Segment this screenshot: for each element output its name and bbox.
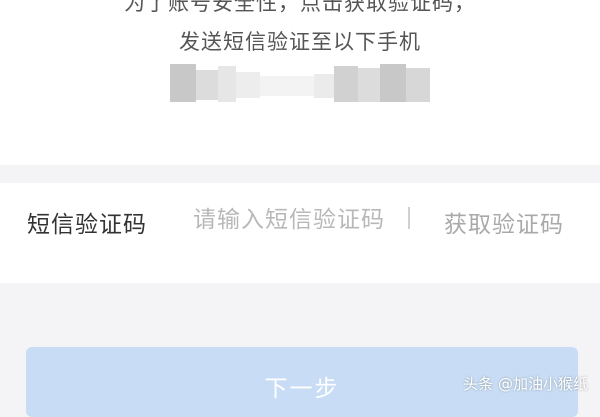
sms-code-label: 短信验证码: [27, 212, 147, 238]
get-code-button[interactable]: 获取验证码: [444, 205, 564, 239]
sms-code-row: 短信验证码 请输入短信验证码 获取验证码: [0, 183, 600, 283]
blurred-phone-number: [168, 62, 438, 106]
info-panel: 为了账号安全性，点击获取验证码， 发送短信验证至以下手机: [0, 0, 600, 165]
info-text-line-1: 为了账号安全性，点击获取验证码，: [124, 0, 476, 15]
watermark: 头条 @加油小猴纸: [463, 375, 588, 393]
sms-code-input[interactable]: 请输入短信验证码: [193, 201, 393, 281]
info-text-line-2: 发送短信验证至以下手机: [179, 30, 421, 54]
divider: [408, 207, 410, 229]
